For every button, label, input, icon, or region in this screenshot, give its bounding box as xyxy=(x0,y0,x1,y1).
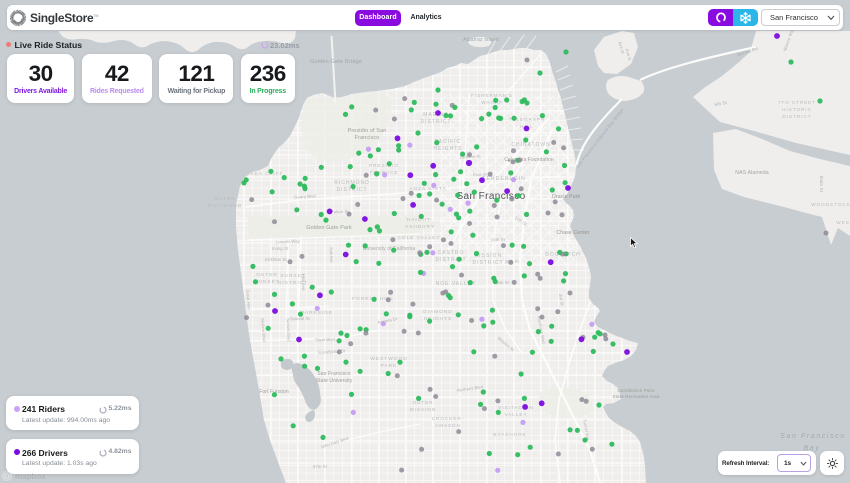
svg-text:PARK: PARK xyxy=(381,363,398,369)
svg-text:19th Ave: 19th Ave xyxy=(301,273,307,291)
svg-text:Post St: Post St xyxy=(473,172,488,178)
svg-text:Francisco: Francisco xyxy=(355,135,380,141)
svg-text:HEIGHTS: HEIGHTS xyxy=(433,146,462,152)
svg-text:ⓘ: ⓘ xyxy=(4,473,11,481)
svg-text:Irving St: Irving St xyxy=(272,246,289,251)
svg-text:ANZA VISTA: ANZA VISTA xyxy=(409,186,446,192)
svg-text:Golden Gate Bridge: Golden Gate Bridge xyxy=(310,59,362,65)
svg-text:Candlestick Point: Candlestick Point xyxy=(617,388,655,393)
svg-text:2nd Ave: 2nd Ave xyxy=(329,247,335,263)
svg-text:7TH STREET: 7TH STREET xyxy=(778,100,816,105)
svg-text:RICHMOND: RICHMOND xyxy=(208,203,242,209)
svg-text:VALLEY: VALLEY xyxy=(504,412,527,417)
svg-text:mapbox: mapbox xyxy=(15,472,46,481)
svg-text:DISTRICT: DISTRICT xyxy=(472,260,503,266)
svg-text:AMAZON: AMAZON xyxy=(435,423,461,428)
svg-text:Sloat Blvd: Sloat Blvd xyxy=(315,337,336,343)
svg-text:CHINATOWN: CHINATOWN xyxy=(511,142,550,148)
svg-text:WOODSTOCK: WOODSTOCK xyxy=(811,202,850,207)
svg-text:CROCKER-: CROCKER- xyxy=(432,416,465,421)
svg-text:87th St: 87th St xyxy=(313,464,328,470)
svg-text:Lincoln Way: Lincoln Way xyxy=(276,239,301,245)
svg-text:COLE VALLEY: COLE VALLEY xyxy=(397,235,440,241)
svg-text:PRESIDIO: PRESIDIO xyxy=(369,163,399,168)
svg-text:OUTER: OUTER xyxy=(412,400,433,405)
svg-text:WHARF: WHARF xyxy=(481,100,503,105)
svg-text:NAS Alameda: NAS Alameda xyxy=(735,170,768,176)
svg-text:OUTER: OUTER xyxy=(256,272,278,278)
svg-text:DISTRICT: DISTRICT xyxy=(420,119,451,125)
svg-text:San Francisco: San Francisco xyxy=(317,371,350,377)
svg-text:State Recreation Area: State Recreation Area xyxy=(612,394,659,399)
svg-text:OUTER: OUTER xyxy=(214,196,236,202)
svg-text:ASHBURY: ASHBURY xyxy=(405,224,435,230)
svg-text:San Francisco: San Francisco xyxy=(456,191,525,202)
svg-text:VISITACION: VISITACION xyxy=(498,405,534,410)
svg-text:State University: State University xyxy=(316,378,353,384)
svg-text:SEA CLIFF: SEA CLIFF xyxy=(251,171,284,177)
svg-text:16th St: 16th St xyxy=(491,237,506,243)
svg-text:DIAMOND: DIAMOND xyxy=(423,309,453,315)
svg-text:MISSION: MISSION xyxy=(410,407,436,412)
svg-text:BAYSHORE: BAYSHORE xyxy=(493,432,526,437)
svg-text:WEST: WEST xyxy=(836,220,850,225)
svg-text:Main St: Main St xyxy=(819,176,824,193)
svg-text:HISTORIC: HISTORIC xyxy=(782,107,812,112)
svg-text:Oracle Park: Oracle Park xyxy=(552,194,581,200)
svg-text:DISTRICT: DISTRICT xyxy=(782,114,811,119)
svg-text:Sunset Blvd: Sunset Blvd xyxy=(286,318,292,342)
svg-text:Golden Gate Park: Golden Gate Park xyxy=(306,225,352,231)
svg-text:CASTRO: CASTRO xyxy=(438,250,465,256)
svg-text:Kirkham St: Kirkham St xyxy=(265,257,287,262)
svg-text:Chase Center: Chase Center xyxy=(556,230,589,236)
svg-text:TENDERLOIN: TENDERLOIN xyxy=(482,176,525,182)
svg-text:University of California: University of California xyxy=(363,246,416,252)
svg-text:San Francisco: San Francisco xyxy=(780,433,846,440)
svg-text:Alcatraz Island: Alcatraz Island xyxy=(463,37,499,43)
svg-text:Presidio of San: Presidio of San xyxy=(348,128,387,134)
svg-text:FISHERMAN'S: FISHERMAN'S xyxy=(471,93,513,98)
svg-text:DISTRICT: DISTRICT xyxy=(435,257,466,263)
